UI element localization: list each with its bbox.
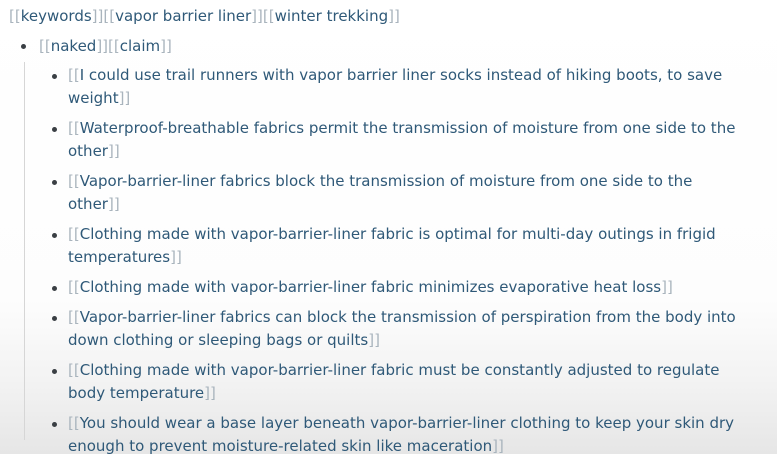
page-link-keywords[interactable]: keywords	[21, 7, 92, 25]
bracket-open: [[	[68, 414, 80, 432]
bullet-icon[interactable]	[52, 74, 57, 79]
page-link-claim-text[interactable]: Waterproof-breathable fabrics permit the…	[68, 119, 735, 160]
bracket-open: [[	[68, 66, 80, 84]
bracket-close: ]]	[388, 7, 400, 25]
indent-guide-line[interactable]	[24, 62, 25, 440]
child-block[interactable]: [[I could use trail runners with vapor b…	[48, 64, 748, 110]
page-link-vapor-barrier-liner[interactable]: vapor barrier liner	[115, 7, 251, 25]
child-block[interactable]: [[Vapor-barrier-liner fabrics block the …	[48, 170, 748, 216]
bracket-close: ]]	[368, 331, 380, 349]
bracket-close: ]]	[204, 384, 216, 402]
bracket-close: ]]	[170, 248, 182, 266]
outliner-page: [[keywords]][[vapor barrier liner]][[win…	[0, 0, 777, 455]
outline-item-text[interactable]: [[naked]][[claim]]	[39, 36, 172, 56]
child-block[interactable]: [[Vapor-barrier-liner fabrics can block …	[48, 306, 748, 352]
bullet-icon[interactable]	[52, 422, 57, 427]
bracket-close: ]]	[492, 437, 504, 455]
bracket-close: ]]	[96, 37, 109, 55]
child-block[interactable]: [[Waterproof-breathable fabrics permit t…	[48, 117, 748, 163]
bracket-open: [[	[68, 172, 80, 190]
bracket-open: [[	[68, 278, 80, 296]
page-link-winter-trekking[interactable]: winter trekking	[275, 7, 389, 25]
bullet-icon[interactable]	[52, 369, 57, 374]
keywords-line: [[keywords]][[vapor barrier liner]][[win…	[9, 6, 400, 26]
bullet-icon[interactable]	[21, 44, 26, 49]
bracket-close: ]]	[251, 7, 263, 25]
bullet-icon[interactable]	[52, 286, 57, 291]
block-text[interactable]: [[Clothing made with vapor-barrier-liner…	[68, 223, 748, 269]
block-text[interactable]: [[Vapor-barrier-liner fabrics block the …	[68, 170, 748, 216]
bracket-open: [[	[108, 37, 120, 55]
bracket-close: ]]	[107, 142, 120, 160]
page-link-claim[interactable]: claim	[120, 37, 160, 55]
page-link-naked[interactable]: naked	[51, 37, 97, 55]
bullet-icon[interactable]	[52, 180, 57, 185]
block-text[interactable]: [[Clothing made with vapor-barrier-liner…	[68, 359, 748, 405]
bullet-icon[interactable]	[52, 233, 57, 238]
page-link-claim-text[interactable]: Clothing made with vapor-barrier-liner f…	[68, 361, 719, 402]
page-link-claim-text[interactable]: Vapor-barrier-liner fabrics can block th…	[68, 308, 736, 349]
child-block[interactable]: [[Clothing made with vapor-barrier-liner…	[48, 359, 748, 405]
child-block-list: [[I could use trail runners with vapor b…	[48, 64, 748, 465]
page-link-claim-text[interactable]: You should wear a base layer beneath vap…	[68, 414, 734, 455]
bracket-close: ]]	[118, 89, 131, 107]
bracket-close: ]]	[160, 37, 172, 55]
bullet-icon[interactable]	[52, 127, 57, 132]
bracket-open: [[	[68, 119, 80, 137]
bracket-close: ]]	[107, 195, 120, 213]
page-link-claim-text[interactable]: Vapor-barrier-liner fabrics block the tr…	[68, 172, 692, 213]
bullet-icon[interactable]	[52, 316, 57, 321]
block-text[interactable]: [[You should wear a base layer beneath v…	[68, 412, 748, 458]
bracket-open: [[	[262, 7, 275, 25]
bracket-open: [[	[39, 37, 51, 55]
bracket-open: [[	[68, 225, 80, 243]
bracket-close: ]]	[661, 278, 673, 296]
block-text[interactable]: [[Vapor-barrier-liner fabrics can block …	[68, 306, 748, 352]
child-block[interactable]: [[Clothing made with vapor-barrier-liner…	[48, 223, 748, 269]
block-text[interactable]: [[Waterproof-breathable fabrics permit t…	[68, 117, 748, 163]
block-text[interactable]: [[Clothing made with vapor-barrier-liner…	[68, 276, 748, 299]
block-text[interactable]: [[I could use trail runners with vapor b…	[68, 64, 748, 110]
bracket-open: [[	[103, 7, 116, 25]
page-link-claim-text[interactable]: Clothing made with vapor-barrier-liner f…	[68, 225, 716, 266]
page-link-claim-text[interactable]: Clothing made with vapor-barrier-liner f…	[80, 278, 661, 296]
child-block[interactable]: [[You should wear a base layer beneath v…	[48, 412, 748, 458]
child-block[interactable]: [[Clothing made with vapor-barrier-liner…	[48, 276, 748, 299]
bracket-open: [[	[68, 308, 80, 326]
bracket-close: ]]	[91, 7, 104, 25]
page-link-claim-text[interactable]: I could use trail runners with vapor bar…	[68, 66, 722, 107]
bracket-open: [[	[9, 7, 21, 25]
bracket-open: [[	[68, 361, 80, 379]
